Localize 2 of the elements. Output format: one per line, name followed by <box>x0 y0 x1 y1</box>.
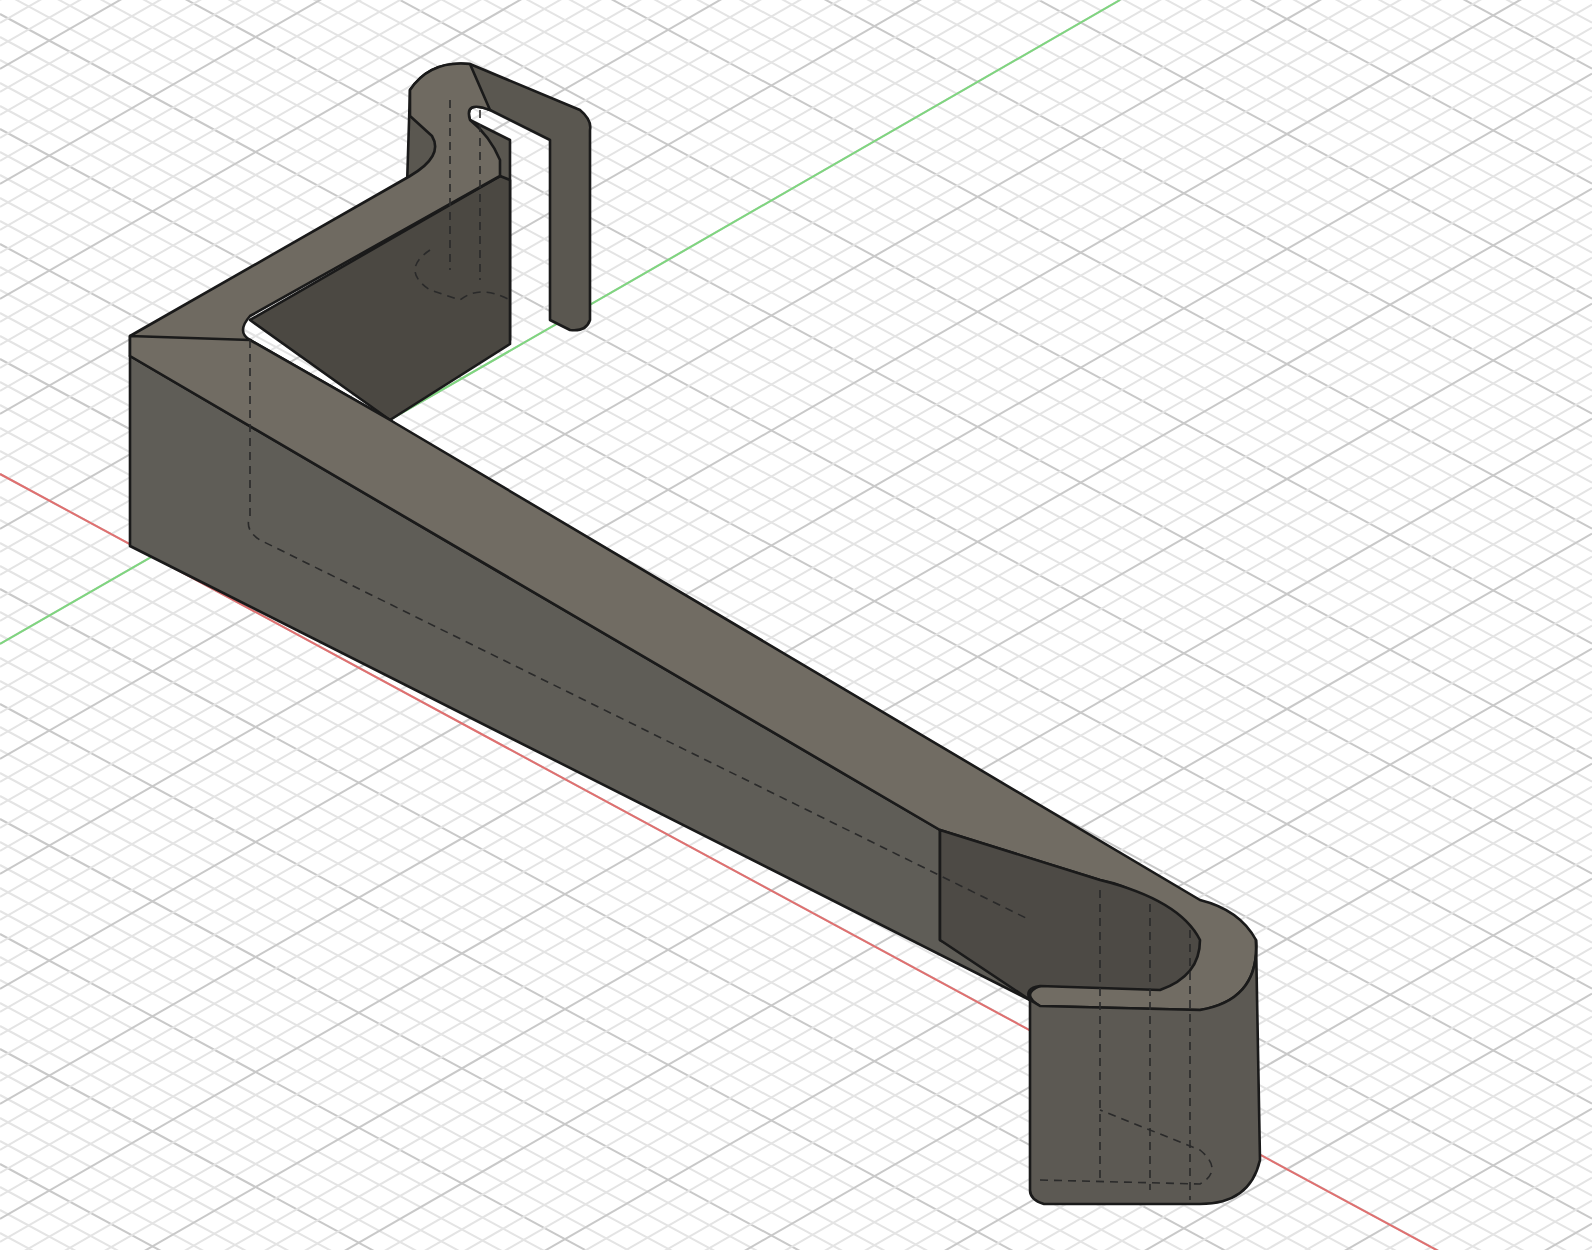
cad-viewport[interactable] <box>0 0 1592 1250</box>
bracket-model-drawing[interactable] <box>128 62 1262 1206</box>
